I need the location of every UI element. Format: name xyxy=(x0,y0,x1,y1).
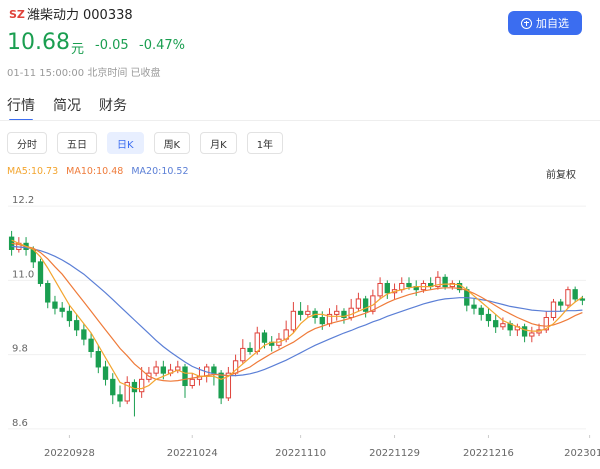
price-unit: 元 xyxy=(71,42,85,57)
candle-body xyxy=(218,372,224,399)
candle-body xyxy=(73,320,80,331)
candle-body xyxy=(66,310,73,322)
price-change-percent: -0.47% xyxy=(139,38,185,53)
tab-divider xyxy=(0,120,600,121)
candle-body xyxy=(182,366,188,387)
candle-body xyxy=(131,381,138,393)
stock-header: SZ 潍柴动力 000338 10.68 元 -0.05 -0.47% 01-11… xyxy=(0,0,600,90)
candle-body xyxy=(348,307,354,319)
candle-body xyxy=(384,282,390,294)
candle-body xyxy=(572,289,578,300)
adjustment-toggle[interactable]: 前复权 xyxy=(546,166,576,181)
candle-body xyxy=(442,276,448,288)
candle-body xyxy=(471,304,477,309)
kline-chart-svg: 12.2 11.0 9.8 8.6 20220928 20221024 20221110 20… xyxy=(8,195,600,459)
x-tick-label: 20221024 xyxy=(167,448,218,459)
candle-body xyxy=(485,313,492,322)
candle-body xyxy=(110,378,116,396)
stock-code: 000338 xyxy=(83,8,133,23)
y-tick-label: 12.2 xyxy=(12,195,34,206)
y-tick-label: 11.0 xyxy=(12,269,34,280)
candle-body xyxy=(59,307,65,312)
candle-body xyxy=(500,323,506,328)
candle-body xyxy=(565,289,571,306)
tab-profile[interactable]: 简况 xyxy=(53,95,81,121)
x-tick-label: 20221216 xyxy=(463,448,514,459)
candle-body xyxy=(95,351,101,368)
main-tabs: 行情 简况 财务 xyxy=(7,95,127,121)
x-tick-label: 20221129 xyxy=(369,448,420,459)
x-tick-label: 20220928 xyxy=(44,448,95,459)
price-change: -0.05 xyxy=(95,38,129,53)
candle-body xyxy=(478,307,484,315)
plus-circle-icon xyxy=(521,17,532,29)
last-price: 10.68 xyxy=(7,30,70,55)
exchange-badge: SZ xyxy=(9,8,25,21)
candle-body xyxy=(254,332,260,353)
candle-body xyxy=(579,298,586,301)
candle-body xyxy=(117,394,123,402)
add-to-watchlist-label: 加自选 xyxy=(536,17,569,30)
period-weekly-k[interactable]: 周K xyxy=(153,132,191,154)
candle-body xyxy=(493,320,499,328)
candle-body xyxy=(52,301,58,309)
candle-body xyxy=(319,317,325,325)
candle-body xyxy=(160,366,167,374)
ma10-value: MA10:10.48 xyxy=(66,166,124,177)
candle-body xyxy=(189,378,195,387)
candle-body xyxy=(138,378,145,393)
kline-chart[interactable]: 12.2 11.0 9.8 8.6 20220928 20221024 20221110 20… xyxy=(0,188,600,469)
candle-body xyxy=(297,310,304,315)
stock-name: 潍柴动力 xyxy=(27,8,80,23)
stock-title: 潍柴动力 000338 xyxy=(27,4,133,23)
candle-body xyxy=(88,338,94,353)
candle-body xyxy=(261,332,268,343)
x-tick-label: 20221110 xyxy=(275,448,326,459)
y-tick-label: 9.8 xyxy=(12,344,28,355)
candle-body xyxy=(334,310,340,315)
candle-body xyxy=(102,366,109,380)
candle-body xyxy=(45,282,51,303)
quote-timestamp: 01-11 15:00:00 北京时间 已收盘 xyxy=(7,68,161,79)
candle-body xyxy=(305,310,311,315)
candle-body xyxy=(211,366,217,374)
candle-body xyxy=(558,301,564,306)
candle-body xyxy=(247,347,253,353)
period-daily-k[interactable]: 日K xyxy=(107,132,144,154)
candle-body xyxy=(81,329,87,340)
y-tick-label: 8.6 xyxy=(12,418,28,429)
period-selector: 分时 五日 日K 周K 月K 1年 xyxy=(7,132,284,154)
tab-quote[interactable]: 行情 xyxy=(7,95,35,121)
ma5-value: MA5:10.73 xyxy=(7,166,59,177)
x-tick-label: 20230105 xyxy=(564,448,600,459)
period-five-day[interactable]: 五日 xyxy=(57,132,97,154)
candle-body xyxy=(355,298,362,309)
period-intraday[interactable]: 分时 xyxy=(7,132,47,154)
candle-body xyxy=(153,366,159,374)
period-monthly-k[interactable]: 月K xyxy=(200,132,237,154)
candle-body xyxy=(290,310,297,331)
candle-body xyxy=(377,282,383,297)
add-to-watchlist-button[interactable]: 加自选 xyxy=(508,11,582,35)
period-one-year[interactable]: 1年 xyxy=(246,132,284,154)
candle-body xyxy=(529,332,535,337)
ma20-value: MA20:10.52 xyxy=(131,166,189,177)
ma-legend: MA5:10.73 MA10:10.48 MA20:10.52 xyxy=(7,166,189,177)
candle-body xyxy=(37,261,44,284)
candle-body xyxy=(240,347,246,362)
tab-finance[interactable]: 财务 xyxy=(99,95,127,121)
candle-body xyxy=(550,301,557,319)
candle-body xyxy=(521,326,528,337)
candle-body xyxy=(406,282,412,288)
